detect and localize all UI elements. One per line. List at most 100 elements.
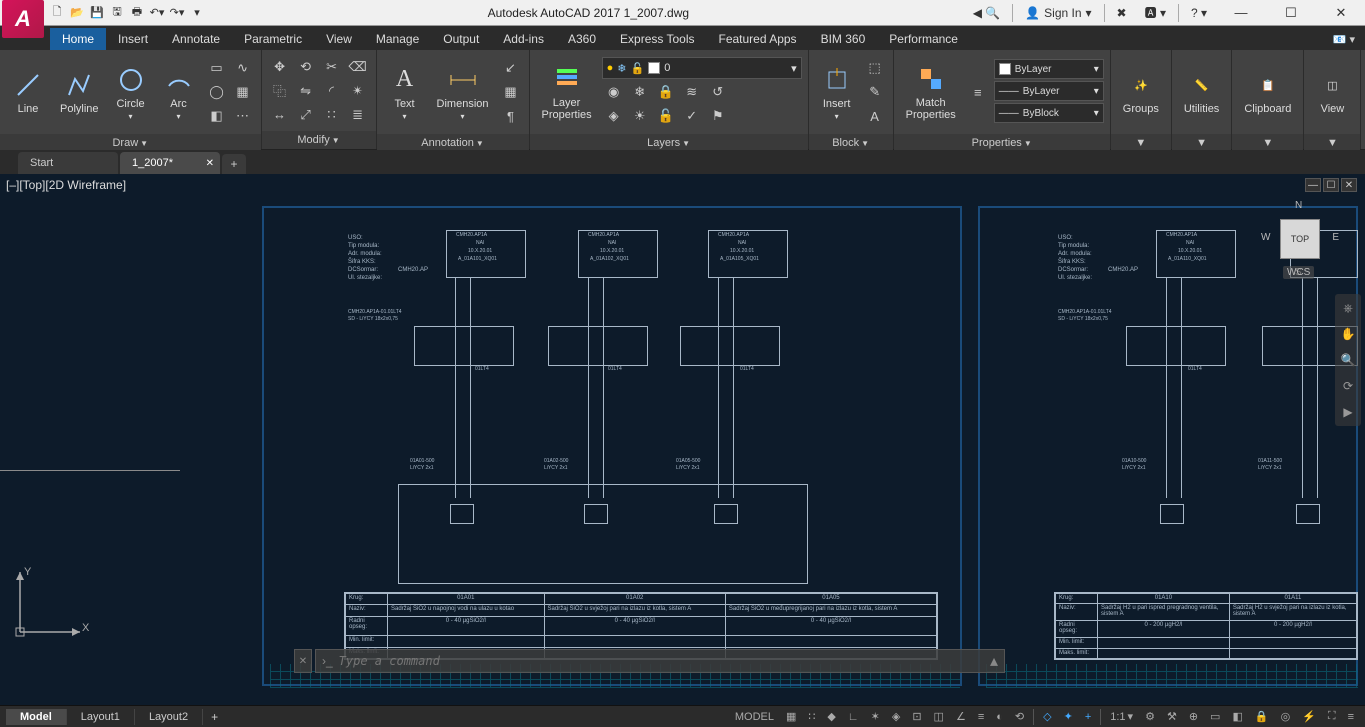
tab-home[interactable]: Home <box>50 28 106 50</box>
sign-in-button[interactable]: 👤 Sign In ▾ <box>1019 6 1097 20</box>
status-clean-icon[interactable]: ⛶ <box>1323 707 1341 727</box>
trim-icon[interactable]: ✂ <box>320 56 344 78</box>
line-button[interactable]: Line <box>6 54 50 130</box>
tab-parametric[interactable]: Parametric <box>232 28 314 50</box>
table-icon[interactable]: ▦ <box>499 81 523 103</box>
command-line-handle[interactable]: ✕ <box>294 649 312 673</box>
drawing-canvas[interactable]: [–][Top][2D Wireframe] — ☐ ✕ USO: Tip mo… <box>0 174 1365 705</box>
scale-icon[interactable]: ⤢ <box>294 104 318 126</box>
status-quickprops-icon[interactable]: ◧ <box>1227 707 1247 727</box>
status-osnap-icon[interactable]: ⊡ <box>907 707 926 727</box>
linetype-selector[interactable]: —— ByBlock▾ <box>994 103 1104 123</box>
layout-tab-model[interactable]: Model <box>6 709 67 725</box>
fillet-icon[interactable]: ◜ <box>320 80 344 102</box>
layer-prev-icon[interactable]: ↺ <box>706 81 730 103</box>
status-snap2-icon[interactable]: ◇ <box>1038 707 1056 727</box>
region-icon[interactable]: ◧ <box>205 105 229 127</box>
create-block-icon[interactable]: ⬚ <box>863 57 887 79</box>
tab-output[interactable]: Output <box>431 28 491 50</box>
explode-icon[interactable]: ✴ <box>346 80 370 102</box>
new-tab-button[interactable]: + <box>222 154 246 174</box>
window-maximize-button[interactable]: ☐ <box>1269 0 1313 26</box>
layout-tab-2[interactable]: Layout2 <box>135 709 203 725</box>
status-infer-icon[interactable]: ◆ <box>822 707 840 727</box>
status-annomon-icon[interactable]: ⊕ <box>1184 707 1203 727</box>
status-otrack-icon[interactable]: ∠ <box>951 707 971 727</box>
more-draw-icon[interactable]: ⋯ <box>231 105 255 127</box>
layer-lock-icon[interactable]: 🔒 <box>654 81 678 103</box>
layer-match-icon[interactable]: ≋ <box>680 81 704 103</box>
layout-add-button[interactable]: + <box>203 708 226 726</box>
panel-modify-title[interactable]: Modify▼ <box>262 131 376 149</box>
transparency-icon[interactable]: ≡ <box>966 62 990 122</box>
status-annoscale-icon[interactable]: ⚙ <box>1140 707 1160 727</box>
layer-selector[interactable]: ● ❄ 🔓 0 ▾ <box>602 57 802 79</box>
layer-off-icon[interactable]: ◉ <box>602 81 626 103</box>
status-model-button[interactable]: MODEL <box>730 707 779 727</box>
app-logo-icon[interactable]: A <box>2 0 44 38</box>
clipboard-button[interactable]: 📋Clipboard <box>1238 54 1297 130</box>
tab-express-tools[interactable]: Express Tools <box>608 28 706 50</box>
status-workspace-icon[interactable]: ⚒ <box>1162 707 1182 727</box>
rotate-icon[interactable]: ⟲ <box>294 56 318 78</box>
status-grid-icon[interactable]: ▦ <box>781 707 801 727</box>
status-lockui-icon[interactable]: 🔒 <box>1250 707 1274 727</box>
groups-button[interactable]: ✨Groups <box>1117 54 1165 130</box>
tab-insert[interactable]: Insert <box>106 28 160 50</box>
mirror-icon[interactable]: ⇋ <box>294 80 318 102</box>
layout-tab-1[interactable]: Layout1 <box>67 709 135 725</box>
qat-plot-icon[interactable]: 🖶 <box>128 4 146 22</box>
tab-bim360[interactable]: BIM 360 <box>809 28 878 50</box>
file-tab-start[interactable]: Start <box>18 152 118 174</box>
polyline-button[interactable]: Polyline <box>54 54 105 130</box>
ribbon-options-icon[interactable]: 📧 ▾ <box>1323 29 1365 50</box>
dimension-button[interactable]: Dimension▾ <box>431 54 495 130</box>
rectangle-icon[interactable]: ▭ <box>205 57 229 79</box>
layer-properties-button[interactable]: Layer Properties <box>536 54 598 130</box>
status-snap-icon[interactable]: ∷ <box>803 707 820 727</box>
nav-orbit-icon[interactable]: ⟳ <box>1338 376 1358 396</box>
array-icon[interactable]: ∷ <box>320 104 344 126</box>
qat-saveas-icon[interactable]: 🖫 <box>108 4 126 22</box>
tab-view[interactable]: View <box>314 28 364 50</box>
layer-iso-icon[interactable]: ◈ <box>602 105 626 127</box>
status-isolate-icon[interactable]: ◎ <box>1276 707 1296 727</box>
command-input[interactable] <box>339 654 984 668</box>
qat-new-icon[interactable]: 🗋 <box>48 4 66 22</box>
status-hw-icon[interactable]: ⚡ <box>1297 707 1321 727</box>
copy-icon[interactable]: ⿻ <box>268 80 292 102</box>
help-icon[interactable]: ? ▾ <box>1185 6 1213 20</box>
tab-addins[interactable]: Add-ins <box>491 28 556 50</box>
utilities-button[interactable]: 📏Utilities <box>1178 54 1225 130</box>
info-center-search[interactable]: ◀ 🔍 <box>967 6 1007 20</box>
status-dyn-icon[interactable]: + <box>1080 707 1096 727</box>
mtext-icon[interactable]: ¶ <box>499 105 523 127</box>
status-transparency-icon[interactable]: ◐ <box>991 707 1008 727</box>
qat-open-icon[interactable]: 📂 <box>68 4 86 22</box>
status-dynucs-icon[interactable]: ✦ <box>1059 707 1078 727</box>
lineweight-selector[interactable]: —— ByLayer▾ <box>994 81 1104 101</box>
layer-make-current-icon[interactable]: ✓ <box>680 105 704 127</box>
view-cube[interactable]: N S W E TOP WCS <box>1265 204 1335 274</box>
stay-connected-icon[interactable]: 🅰 ▾ <box>1139 4 1172 21</box>
match-properties-button[interactable]: Match Properties <box>900 54 962 130</box>
status-custom-icon[interactable]: ≡ <box>1343 707 1359 727</box>
offset-icon[interactable]: ≣ <box>346 104 370 126</box>
command-recent-icon[interactable]: ▴ <box>990 651 998 671</box>
arc-button[interactable]: Arc▾ <box>157 54 201 130</box>
stretch-icon[interactable]: ↔ <box>268 104 292 126</box>
circle-button[interactable]: Circle▾ <box>109 54 153 130</box>
layer-states-icon[interactable]: ⚑ <box>706 105 730 127</box>
nav-showmotion-icon[interactable]: ▶ <box>1338 402 1358 422</box>
window-minimize-button[interactable]: — <box>1219 0 1263 26</box>
qat-more-icon[interactable]: ▾ <box>188 4 206 22</box>
status-isodraft-icon[interactable]: ◈ <box>887 707 905 727</box>
nav-zoom-icon[interactable]: 🔍 <box>1338 350 1358 370</box>
nav-pan-icon[interactable]: ✋ <box>1338 324 1358 344</box>
text-button[interactable]: AText▾ <box>383 54 427 130</box>
tab-manage[interactable]: Manage <box>364 28 431 50</box>
hatch-icon[interactable]: ▦ <box>231 81 255 103</box>
nav-wheel-icon[interactable]: ⎈ <box>1338 298 1358 318</box>
status-scale[interactable]: 1:1 ▾ <box>1105 707 1138 727</box>
edit-block-icon[interactable]: ✎ <box>863 81 887 103</box>
